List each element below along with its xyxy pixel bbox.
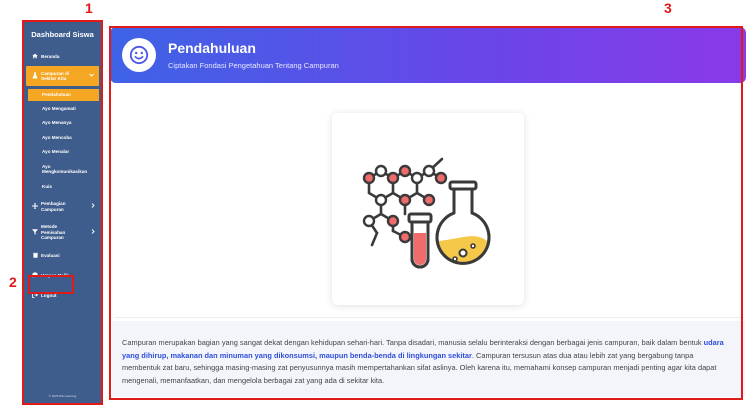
chevron-down-icon [89, 73, 94, 79]
sidebar-item-pembagian[interactable]: Pembagian Campuran [24, 194, 101, 220]
illustration-card [332, 113, 524, 305]
logout-icon [32, 291, 38, 300]
app-screen: 1 2 3 Dashboard Siswa Beranda Campuran d… [0, 0, 751, 408]
intro-text-panel: Campuran merupakan bagian yang sangat de… [112, 321, 745, 397]
filter-icon [32, 228, 38, 237]
sidebar-item-umpan-balik[interactable]: Umpan Balik [24, 266, 101, 286]
annotation-label-1: 1 [85, 0, 93, 16]
sidebar-item-label: Pembagian Campuran [41, 201, 66, 212]
sidebar-subitem-ayo-menalar[interactable]: Ayo Menalar [24, 145, 101, 160]
sidebar-item-label: Evaluasi [41, 253, 60, 258]
sidebar: Dashboard Siswa Beranda Campuran di Seki… [24, 22, 101, 403]
sidebar-item-campuran[interactable]: Campuran di Sekitar Kita [26, 66, 99, 86]
sidebar-footer: © 2025 IPA Learning [48, 394, 77, 398]
sidebar-item-label: Umpan Balik [41, 273, 69, 278]
main-content: Pendahuluan Ciptakan Fondasi Pengetahuan… [109, 25, 746, 401]
page-title: Pendahuluan [168, 40, 256, 56]
sidebar-subitem-kuis[interactable]: Kuis [24, 179, 101, 194]
annotation-label-2: 2 [9, 274, 17, 290]
chemistry-illustration [362, 157, 491, 269]
sidebar-title: Dashboard Siswa [31, 30, 94, 39]
sidebar-item-beranda[interactable]: Beranda [24, 50, 101, 63]
sidebar-item-label: Metode Pemisahan Campuran [41, 224, 66, 241]
section-divider [114, 317, 744, 318]
sidebar-item-logout[interactable]: Logout [24, 286, 101, 306]
sidebar-item-evaluasi[interactable]: Evaluasi [24, 246, 101, 266]
paragraph-text: Campuran merupakan bagian yang sangat de… [122, 338, 704, 347]
comment-icon [32, 271, 38, 280]
chevron-right-icon [91, 229, 95, 236]
annotation-label-3: 3 [664, 0, 672, 16]
sidebar-item-label: Logout [41, 293, 57, 298]
avatar [122, 38, 156, 72]
split-icon [32, 202, 38, 211]
sidebar-subitem-ayo-mengkomunikasikan[interactable]: Ayo Mengkomunikasikan [24, 159, 96, 179]
flask-icon [32, 71, 38, 81]
sidebar-item-label: Beranda [41, 54, 60, 59]
sidebar-subitem-pendahuluan[interactable]: Pendahuluan [28, 89, 99, 101]
smile-icon [129, 45, 149, 65]
page-subtitle: Ciptakan Fondasi Pengetahuan Tentang Cam… [168, 61, 339, 70]
home-icon [32, 53, 38, 61]
intro-paragraph: Campuran merupakan bagian yang sangat de… [122, 337, 734, 387]
sidebar-subitem-ayo-mengamati[interactable]: Ayo Mengamati [24, 101, 101, 116]
sidebar-subitem-ayo-menanya[interactable]: Ayo Menanya [24, 116, 101, 131]
chevron-right-icon [91, 203, 95, 210]
page-header: Pendahuluan Ciptakan Fondasi Pengetahuan… [110, 27, 746, 83]
sidebar-subitem-ayo-mencoba[interactable]: Ayo Mencoba [24, 130, 101, 145]
sidebar-item-label: Campuran di Sekitar Kita [41, 70, 70, 82]
clipboard-icon [32, 251, 38, 260]
sidebar-item-metode[interactable]: Metode Pemisahan Campuran [24, 220, 101, 246]
